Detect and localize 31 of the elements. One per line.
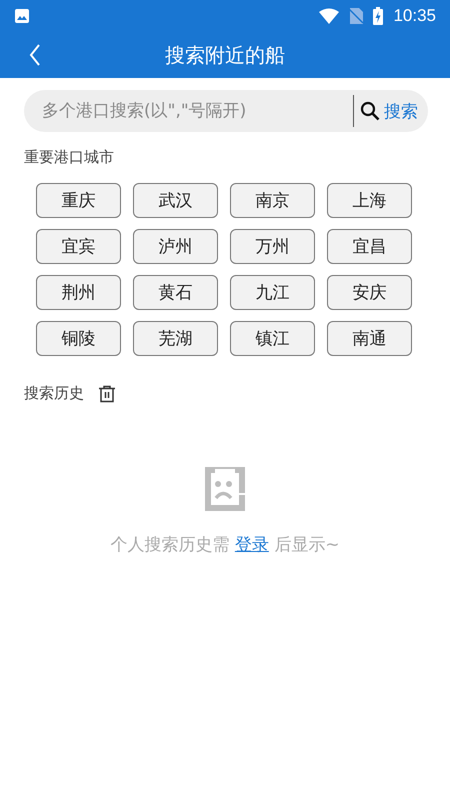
image-icon: [14, 8, 30, 24]
no-sim-icon: [349, 8, 364, 24]
search-field[interactable]: 多个港口搜索(以","号隔开) 搜索: [24, 90, 428, 132]
login-hint: 个人搜索历史需 登录 后显示~: [110, 534, 340, 556]
login-link[interactable]: 登录: [234, 535, 269, 555]
city-button[interactable]: 荆州: [36, 275, 121, 310]
city-button[interactable]: 宜宾: [36, 229, 121, 264]
city-button[interactable]: 上海: [327, 183, 412, 218]
city-button[interactable]: 万州: [230, 229, 315, 264]
city-button[interactable]: 黄石: [133, 275, 218, 310]
section-title: 重要港口城市: [24, 148, 114, 167]
city-button[interactable]: 南京: [230, 183, 315, 218]
city-button[interactable]: 南通: [327, 321, 412, 356]
city-button[interactable]: 武汉: [133, 183, 218, 218]
city-button[interactable]: 铜陵: [36, 321, 121, 356]
battery-charging-icon: [373, 7, 384, 25]
section-title: 搜索历史: [24, 384, 84, 403]
screen-title: 搜索附近的船: [165, 42, 285, 68]
wifi-icon: [319, 8, 340, 24]
city-button[interactable]: 镇江: [230, 321, 315, 356]
back-icon[interactable]: [29, 44, 41, 66]
city-button[interactable]: 九江: [230, 275, 315, 310]
search-button[interactable]: 搜索: [358, 94, 428, 128]
city-button[interactable]: 安庆: [327, 275, 412, 310]
clock-time: 10:35: [393, 6, 436, 26]
city-button[interactable]: 宜昌: [327, 229, 412, 264]
city-button[interactable]: 芜湖: [133, 321, 218, 356]
trash-icon[interactable]: [98, 384, 116, 402]
search-icon: [360, 101, 380, 121]
city-button[interactable]: 重庆: [36, 183, 121, 218]
city-button[interactable]: 泸州: [133, 229, 218, 264]
